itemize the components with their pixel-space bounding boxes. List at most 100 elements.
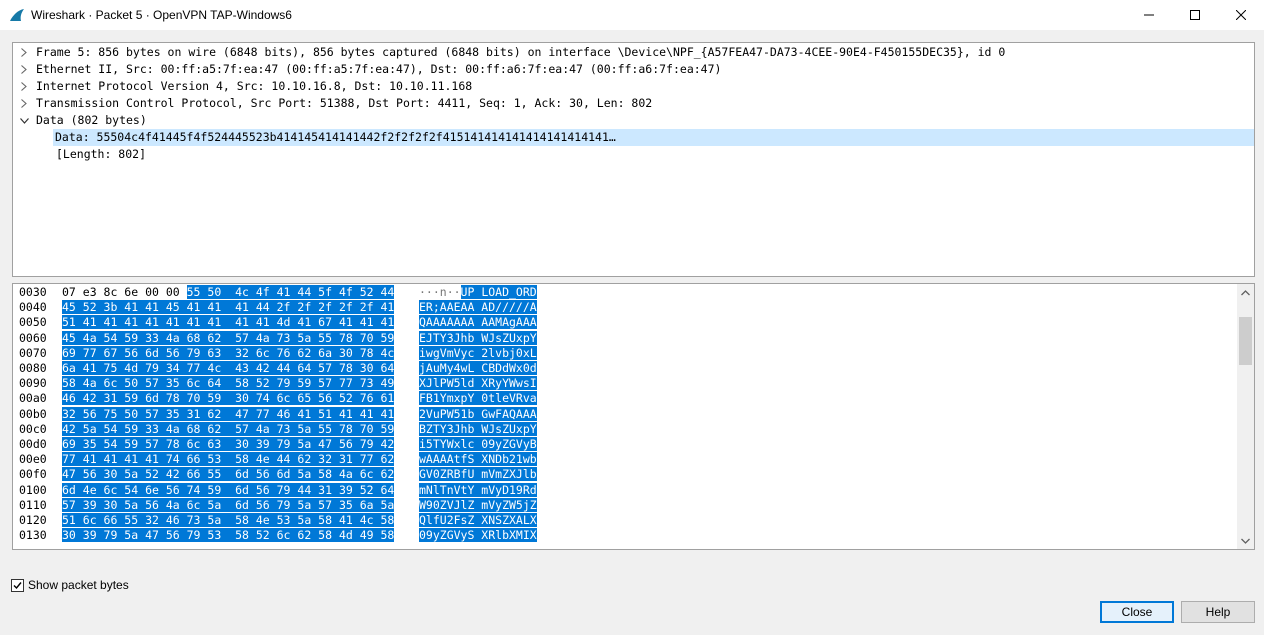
hex-bytes[interactable]: 69 35 54 59 57 78 6c 63 30 39 79 5a 47 5… bbox=[62, 437, 395, 452]
hex-bytes[interactable]: 30 39 79 5a 47 56 79 53 58 52 6c 62 58 4… bbox=[62, 528, 395, 543]
ascii-bytes[interactable]: GV0ZRBfU mVmZXJlb bbox=[419, 467, 537, 482]
ascii-selected: mNlTnVtY mVyD19Rd bbox=[419, 482, 537, 497]
tree-item[interactable]: [Length: 802] bbox=[13, 146, 1254, 163]
hex-selected: 46 42 31 59 6d 78 70 59 30 74 6c 65 56 5… bbox=[62, 391, 395, 406]
hex-bytes[interactable]: 58 4a 6c 50 57 35 6c 64 58 52 79 59 57 7… bbox=[62, 376, 395, 391]
hex-bytes[interactable]: 42 5a 54 59 33 4a 68 62 57 4a 73 5a 55 7… bbox=[62, 421, 395, 437]
ascii-selected: ER;AAEAA AD/////A bbox=[419, 300, 537, 315]
ascii-bytes[interactable]: EJTY3Jhb WJsZUxpY bbox=[419, 330, 537, 346]
ascii-bytes[interactable]: QlfU2FsZ XNSZXALX bbox=[419, 513, 537, 528]
ascii-bytes[interactable]: FB1YmxpY 0tleVRva bbox=[419, 391, 537, 406]
hex-selected: 6d 4e 6c 54 6e 56 74 59 6d 56 79 44 31 3… bbox=[62, 482, 395, 497]
byte-offset: 0030 bbox=[19, 285, 47, 299]
hex-bytes[interactable]: 51 41 41 41 41 41 41 41 41 41 4d 41 67 4… bbox=[62, 315, 395, 330]
packet-bytes-pane[interactable]: 0030 07 e3 8c 6e 00 00 55 50 4c 4f 41 44 … bbox=[12, 283, 1255, 550]
tree-item-label: Internet Protocol Version 4, Src: 10.10.… bbox=[36, 79, 473, 93]
ascii-bytes[interactable]: W90ZVJlZ mVyZW5jZ bbox=[419, 497, 537, 513]
byte-offset: 0120 bbox=[19, 513, 47, 527]
byte-offset: 00a0 bbox=[19, 391, 47, 406]
close-icon bbox=[1236, 10, 1246, 20]
ascii-selected: 09yZGVyS XRlbXMIX bbox=[419, 528, 537, 543]
window-title: Wireshark · Packet 5 · OpenVPN TAP-Windo… bbox=[31, 8, 292, 22]
ascii-selected: wAAAAtfS XNDb21wb bbox=[419, 452, 537, 467]
expand-right-icon[interactable] bbox=[17, 95, 31, 112]
minimize-button[interactable] bbox=[1126, 0, 1172, 30]
tree-item[interactable]: Transmission Control Protocol, Src Port:… bbox=[13, 95, 1254, 112]
hex-bytes[interactable]: 45 4a 54 59 33 4a 68 62 57 4a 73 5a 55 7… bbox=[62, 330, 395, 346]
tree-item[interactable]: Ethernet II, Src: 00:ff:a5:7f:ea:47 (00:… bbox=[13, 61, 1254, 78]
ascii-bytes[interactable]: mNlTnVtY mVyD19Rd bbox=[419, 482, 537, 498]
ascii-bytes[interactable]: QAAAAAAA AAMAgAAA bbox=[419, 315, 537, 330]
close-button[interactable]: Close bbox=[1100, 601, 1174, 623]
byte-offset: 00b0 bbox=[19, 406, 47, 421]
ascii-bytes[interactable]: i5TYWxlc 09yZGVyB bbox=[419, 437, 537, 452]
show-packet-bytes-option[interactable]: Show packet bytes bbox=[11, 578, 129, 592]
hex-bytes[interactable]: 07 e3 8c 6e 00 00 55 50 4c 4f 41 44 5f 4… bbox=[62, 285, 395, 300]
hex-selected: 42 5a 54 59 33 4a 68 62 57 4a 73 5a 55 7… bbox=[62, 421, 395, 436]
ascii-bytes[interactable]: jAuMy4wL CBDdWx0d bbox=[419, 361, 537, 376]
scroll-up-button[interactable] bbox=[1237, 284, 1254, 301]
ascii-bytes[interactable]: ···n··UP LOAD_ORD bbox=[419, 285, 537, 300]
chevron-down-icon bbox=[1241, 538, 1250, 544]
ascii-bytes[interactable]: 09yZGVyS XRlbXMIX bbox=[419, 528, 537, 543]
ascii-bytes[interactable]: iwgVmVyc 2lvbj0xL bbox=[419, 345, 537, 361]
expand-right-icon[interactable] bbox=[17, 61, 31, 78]
hex-bytes[interactable]: 77 41 41 41 41 74 66 53 58 4e 44 62 32 3… bbox=[62, 452, 395, 467]
tree-item[interactable]: Internet Protocol Version 4, Src: 10.10.… bbox=[13, 78, 1254, 95]
ascii-unselected: ···n·· bbox=[419, 285, 461, 299]
tree-item-label: Transmission Control Protocol, Src Port:… bbox=[36, 96, 653, 110]
tree-item-label: Ethernet II, Src: 00:ff:a5:7f:ea:47 (00:… bbox=[36, 62, 722, 76]
expand-right-icon[interactable] bbox=[17, 78, 31, 95]
tree-item-label: Data: 55504c4f41445f4f524445523b41414541… bbox=[55, 130, 616, 144]
show-packet-bytes-checkbox[interactable] bbox=[11, 578, 24, 592]
chevron-up-icon bbox=[1241, 289, 1250, 295]
hex-bytes[interactable]: 6d 4e 6c 54 6e 56 74 59 6d 56 79 44 31 3… bbox=[62, 482, 395, 498]
hex-bytes[interactable]: 47 56 30 5a 52 42 66 55 6d 56 6d 5a 58 4… bbox=[62, 467, 395, 482]
maximize-button[interactable] bbox=[1172, 0, 1218, 30]
expand-down-icon[interactable] bbox=[17, 112, 31, 129]
packet-details-tree[interactable]: Frame 5: 856 bytes on wire (6848 bits), … bbox=[12, 42, 1255, 277]
tree-item[interactable]: Frame 5: 856 bytes on wire (6848 bits), … bbox=[13, 44, 1254, 61]
hex-bytes[interactable]: 51 6c 66 55 32 46 73 5a 58 4e 53 5a 58 4… bbox=[62, 513, 395, 528]
ascii-bytes[interactable]: XJlPW5ld XRyYWwsI bbox=[419, 376, 537, 391]
hex-unselected: 07 e3 8c 6e 00 00 bbox=[62, 285, 187, 299]
ascii-selected: GV0ZRBfU mVmZXJlb bbox=[419, 467, 537, 482]
ascii-bytes[interactable]: 2VuPW51b GwFAQAAA bbox=[419, 406, 537, 422]
checkmark-icon bbox=[13, 581, 22, 589]
hex-selected: 51 41 41 41 41 41 41 41 41 41 4d 41 67 4… bbox=[62, 315, 395, 330]
ascii-bytes[interactable]: wAAAAtfS XNDb21wb bbox=[419, 452, 537, 467]
bytes-scrollbar[interactable] bbox=[1237, 284, 1254, 549]
hex-bytes[interactable]: 57 39 30 5a 56 4a 6c 5a 6d 56 79 5a 57 3… bbox=[62, 497, 395, 513]
byte-offset: 0100 bbox=[19, 482, 47, 497]
byte-offset: 0130 bbox=[19, 528, 47, 543]
hex-bytes[interactable]: 32 56 75 50 57 35 31 62 47 77 46 41 51 4… bbox=[62, 406, 395, 422]
tree-item-label: [Length: 802] bbox=[56, 147, 147, 161]
byte-offset: 0080 bbox=[19, 361, 47, 375]
byte-offset: 0110 bbox=[19, 497, 47, 512]
title-bar: Wireshark · Packet 5 · OpenVPN TAP-Windo… bbox=[0, 0, 1264, 30]
ascii-selected: UP LOAD_ORD bbox=[460, 285, 537, 299]
help-button[interactable]: Help bbox=[1181, 601, 1255, 623]
ascii-selected: jAuMy4wL CBDdWx0d bbox=[419, 361, 537, 375]
hex-selected: 57 39 30 5a 56 4a 6c 5a 6d 56 79 5a 57 3… bbox=[62, 497, 395, 512]
ascii-bytes[interactable]: BZTY3Jhb WJsZUxpY bbox=[419, 421, 537, 437]
scroll-down-button[interactable] bbox=[1237, 532, 1254, 549]
tree-item[interactable]: Data (802 bytes) bbox=[13, 112, 1254, 129]
tree-item-label: Frame 5: 856 bytes on wire (6848 bits), … bbox=[36, 45, 1006, 59]
tree-item[interactable]: Data: 55504c4f41445f4f524445523b41414541… bbox=[53, 129, 1254, 146]
show-packet-bytes-label: Show packet bytes bbox=[28, 578, 129, 592]
hex-bytes[interactable]: 46 42 31 59 6d 78 70 59 30 74 6c 65 56 5… bbox=[62, 391, 395, 406]
ascii-selected: XJlPW5ld XRyYWwsI bbox=[419, 376, 537, 391]
ascii-selected: W90ZVJlZ mVyZW5jZ bbox=[419, 497, 537, 512]
byte-offset: 0090 bbox=[19, 376, 47, 391]
hex-bytes[interactable]: 45 52 3b 41 41 45 41 41 41 44 2f 2f 2f 2… bbox=[62, 300, 395, 315]
hex-selected: 69 35 54 59 57 78 6c 63 30 39 79 5a 47 5… bbox=[62, 437, 395, 451]
wireshark-fin-icon bbox=[10, 9, 24, 21]
close-window-button[interactable] bbox=[1218, 0, 1264, 30]
hex-bytes[interactable]: 6a 41 75 4d 79 34 77 4c 43 42 44 64 57 7… bbox=[62, 361, 395, 376]
scroll-thumb[interactable] bbox=[1239, 317, 1252, 365]
byte-offset: 00f0 bbox=[19, 467, 47, 482]
expand-right-icon[interactable] bbox=[17, 44, 31, 61]
hex-bytes[interactable]: 69 77 67 56 6d 56 79 63 32 6c 76 62 6a 3… bbox=[62, 345, 395, 361]
ascii-bytes[interactable]: ER;AAEAA AD/////A bbox=[419, 300, 537, 315]
